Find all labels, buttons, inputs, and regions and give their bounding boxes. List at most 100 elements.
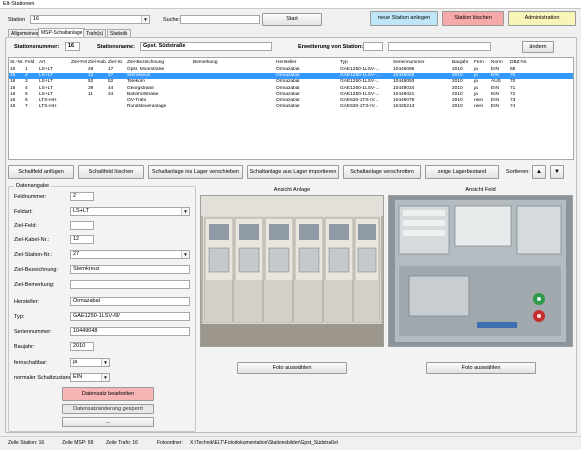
chevron-down-icon[interactable]: ▼ <box>181 251 189 258</box>
chevron-down-icon[interactable]: ▼ <box>101 374 109 381</box>
tab-statistik[interactable]: Statistik <box>107 29 131 37</box>
form-field-label: normaler Schaltzustand: <box>14 375 74 381</box>
data-entry-title: Datenangabe <box>14 182 52 190</box>
view-field-title: Ansicht Feld <box>465 187 496 193</box>
scrap-button[interactable]: Schaltanlage verschrotten <box>343 165 421 179</box>
table-cell <box>192 104 275 110</box>
column-header[interactable]: DBZ-Nr. <box>509 58 573 67</box>
form-field-value: 12 <box>73 236 80 242</box>
search-input[interactable] <box>180 15 260 24</box>
column-header[interactable]: Ziel-Kab. <box>87 58 107 67</box>
record-locked-indicator: Datensatzänderung gesperrt <box>62 404 154 414</box>
column-header[interactable]: Hersteller <box>275 58 339 67</box>
column-header[interactable]: Fern <box>473 58 490 67</box>
delete-field-button[interactable]: Schaltfeld löschen <box>78 165 144 179</box>
form-field-value: Sternkreuz <box>73 266 100 272</box>
form-field-label: Typ: <box>14 314 25 320</box>
import-from-store-button[interactable]: Schaltanlage aus Lager importieren <box>247 165 339 179</box>
chevron-down-icon[interactable]: ▼ <box>141 16 149 23</box>
form-field-label: Ziel-Feld: <box>14 223 37 229</box>
station-name-field[interactable]: Gpst. Südstraße <box>140 42 272 51</box>
form-field-select[interactable]: LS+LT ▼ <box>70 207 190 216</box>
form-field-input[interactable]: 2010 <box>70 342 94 351</box>
form-field-label: Feldart: <box>14 209 33 215</box>
field-photo <box>388 195 573 347</box>
plant-photo-select-button[interactable]: Foto auswählen <box>237 362 347 374</box>
photo-folder-path: X:\Technik\ELT\Fotodokumentation\Station… <box>190 440 339 446</box>
start-button[interactable]: Start <box>262 13 322 26</box>
delete-station-button[interactable]: Station löschen <box>442 11 504 26</box>
form-field-input[interactable]: 10449048 <box>70 327 190 336</box>
form-field-select[interactable]: 27 ▼ <box>70 250 190 259</box>
form-field-label: Seriennummer: <box>14 329 52 335</box>
form-field-label: Ziel-Kabel-Nr.: <box>14 237 50 243</box>
form-field-value: ja <box>73 359 78 365</box>
form-field-select[interactable]: ja ▼ <box>70 358 110 367</box>
column-header[interactable]: Baujahr <box>451 58 473 67</box>
station-number-field[interactable]: 16 <box>65 42 80 51</box>
form-field-value: Ormazabal <box>73 298 100 304</box>
form-field-label: fernschaltbar: <box>14 360 48 366</box>
sort-down-button[interactable]: ▼ <box>550 165 564 179</box>
table-cell: 74 <box>510 104 516 110</box>
form-field-value: 2010 <box>73 343 86 349</box>
form-field-label: Ziel-Bemerkung: <box>14 282 55 288</box>
column-header[interactable]: Art <box>38 58 70 67</box>
extension-field-2[interactable] <box>388 42 491 51</box>
tab-allgemeines[interactable]: Allgemeines <box>8 29 42 37</box>
form-field-input[interactable]: 2 <box>70 192 94 201</box>
column-header[interactable]: Typ <box>339 58 392 67</box>
column-header[interactable]: St.-Nr. <box>9 58 24 67</box>
station-select[interactable]: 16 ▼ <box>30 15 150 24</box>
sort-up-button[interactable]: ▲ <box>532 165 546 179</box>
add-field-button[interactable]: Schaltfeld anfügen <box>8 165 74 179</box>
edit-record-button[interactable]: Datensatz bearbeiten <box>62 387 154 401</box>
chevron-down-icon[interactable]: ▼ <box>181 208 189 215</box>
form-field-input[interactable]: GAE1250-1LSV-/8/ <box>70 312 190 321</box>
form-field-label: Ziel-Station-Nr.: <box>14 252 53 258</box>
form-field-input[interactable]: 12 <box>70 235 94 244</box>
tab-msp-schaltanlage[interactable]: MSP-Schaltanlage <box>38 28 86 37</box>
column-header[interactable]: Feld <box>24 58 38 67</box>
form-field-input[interactable] <box>70 280 190 289</box>
form-field-input[interactable]: Ormazabal <box>70 297 190 306</box>
photo-folder-label: Fotoordner: <box>157 440 183 446</box>
arrow-up-icon: ▲ <box>536 169 542 175</box>
column-header[interactable]: Ziel-Bezeichnung <box>126 58 192 67</box>
move-to-store-button[interactable]: Schaltanlage ins Lager verschieben <box>148 165 243 179</box>
table-row[interactable]: 16 7 LTS-mH Rundsteueranlage Ormazabal GAE630… <box>9 104 573 110</box>
show-store-button[interactable]: zeige Lagerbestand <box>425 165 499 179</box>
form-field-input[interactable]: Sternkreuz <box>70 265 190 274</box>
switchgear-photo-image <box>201 196 383 346</box>
column-header[interactable]: Ziel-Feld <box>70 58 87 67</box>
extension-label: Erweiterung von Station: <box>298 44 364 50</box>
column-header[interactable]: Seriennummer <box>392 58 451 67</box>
more-button[interactable]: ... <box>62 417 154 427</box>
form-field-value: GAE1250-1LSV-/8/ <box>73 313 120 319</box>
chevron-down-icon[interactable]: ▼ <box>101 359 109 366</box>
plant-photo <box>200 195 384 347</box>
table-cell: Rundsteueranlage <box>127 104 167 110</box>
extension-field-1[interactable] <box>363 42 383 51</box>
msp-count: Zeile MSP: 69 <box>62 440 94 446</box>
form-field-label: Hersteller: <box>14 299 40 305</box>
form-field-select[interactable]: EIN ▼ <box>70 373 110 382</box>
administration-button[interactable]: Administration <box>508 11 576 26</box>
column-header[interactable]: Ziel-St. <box>107 58 126 67</box>
table-cell: 16 <box>10 104 16 110</box>
table-cell: Ormazabal <box>276 104 300 110</box>
form-field-value: 27 <box>73 251 80 257</box>
column-header[interactable]: Bemerkung <box>192 58 275 67</box>
table-cell: 7 <box>25 104 28 110</box>
form-field-label: Ziel-Bezeichnung: <box>14 267 59 273</box>
form-field-input[interactable] <box>70 221 94 230</box>
table-cell: EIN <box>491 104 499 110</box>
new-station-button[interactable]: neue Station anlegen <box>370 11 438 26</box>
change-button[interactable]: ändern <box>522 41 554 53</box>
tab-trafos[interactable]: Trafo(s) <box>83 29 107 37</box>
form-field-value: EIN <box>73 374 83 380</box>
search-label: Suche: <box>163 17 181 23</box>
table-cell: 2010 <box>452 104 463 110</box>
column-header[interactable]: Norm <box>490 58 509 67</box>
field-photo-select-button[interactable]: Foto auswählen <box>426 362 536 374</box>
